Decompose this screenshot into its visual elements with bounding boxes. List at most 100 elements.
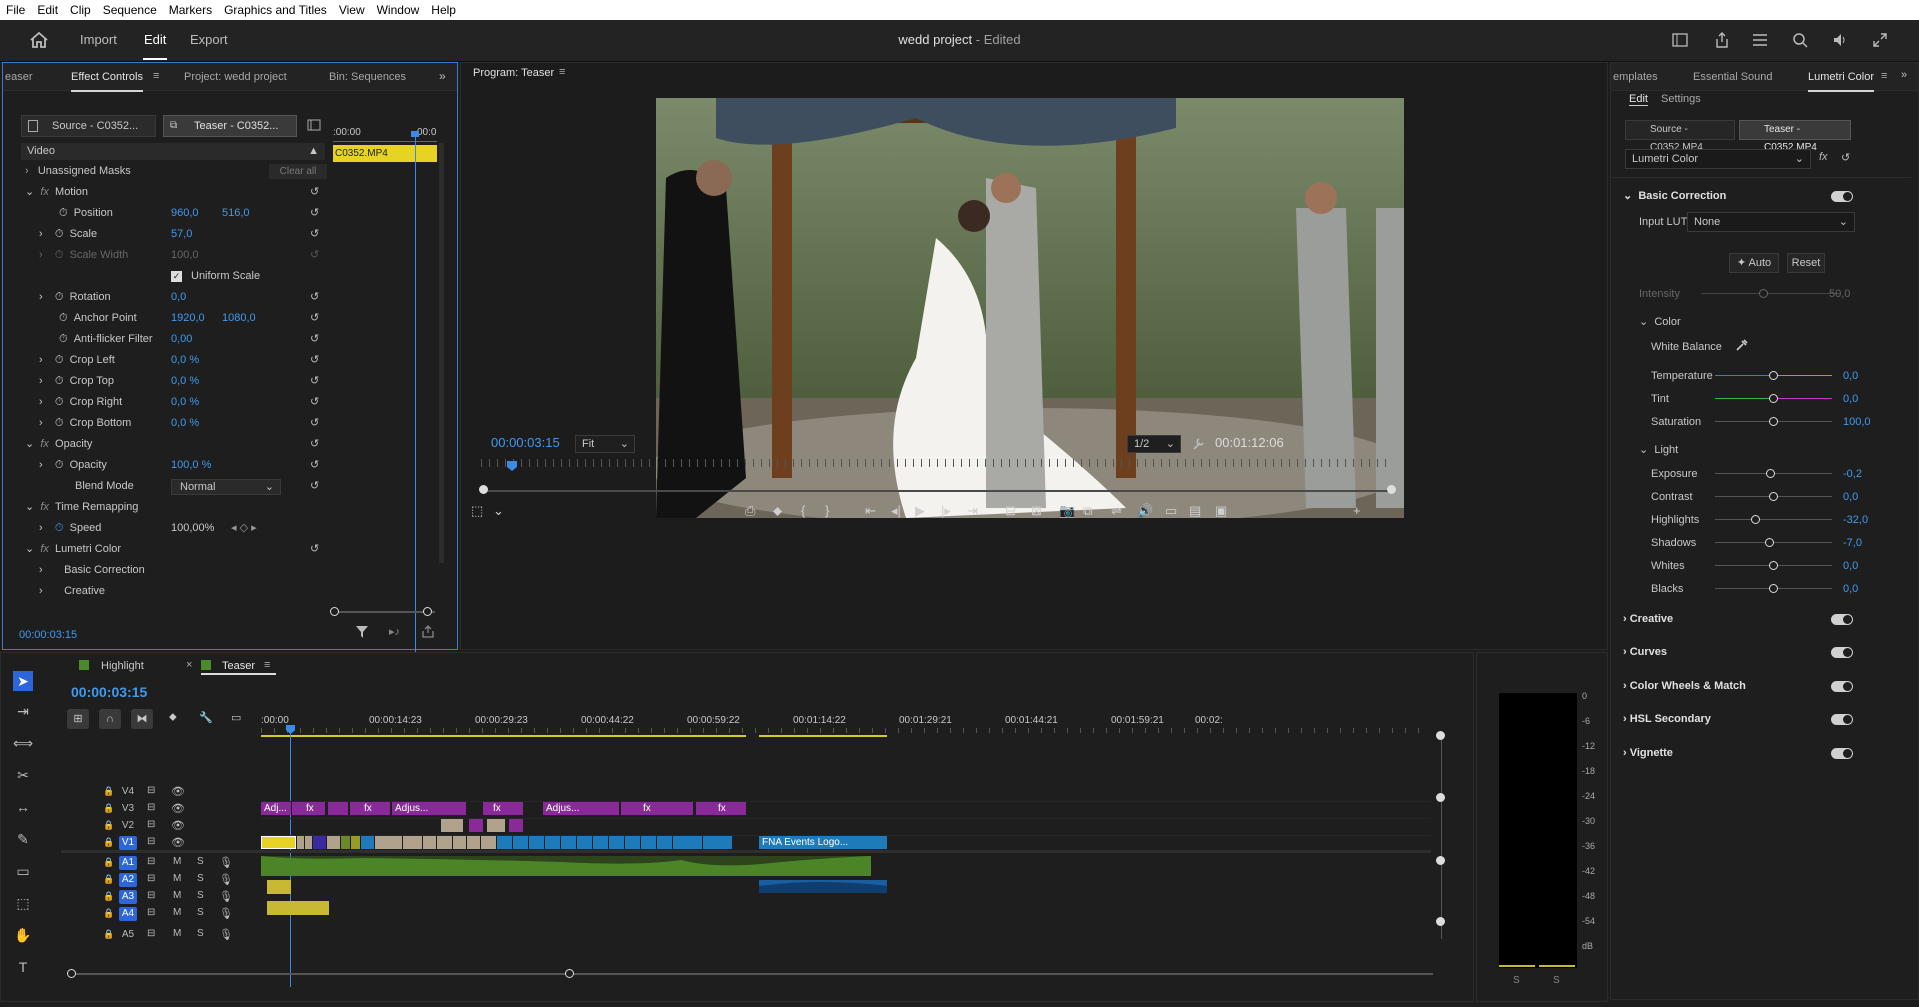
position-y-value[interactable]: 516,0 bbox=[222, 205, 250, 222]
v1-clip[interactable] bbox=[467, 836, 480, 849]
go-to-in-icon[interactable]: ⇤ bbox=[865, 503, 876, 519]
contrast-knob[interactable] bbox=[1769, 492, 1778, 501]
toggle-output-icon[interactable]: ⊟ bbox=[147, 785, 155, 796]
reset-icon[interactable]: ↺ bbox=[310, 416, 319, 429]
exposure-value[interactable]: -0,2 bbox=[1843, 468, 1862, 480]
program-playhead[interactable] bbox=[507, 461, 517, 471]
lock-icon[interactable]: 🔒 bbox=[103, 837, 114, 848]
motion-row[interactable]: ⌄ fx Motion bbox=[25, 184, 88, 201]
v1-clip[interactable] bbox=[313, 836, 326, 849]
track-label-a5[interactable]: A5 bbox=[119, 928, 137, 942]
shadows-knob[interactable] bbox=[1765, 538, 1774, 547]
captions-icon[interactable]: ▭ bbox=[231, 711, 241, 724]
step-forward-icon[interactable]: |▸ bbox=[941, 503, 951, 519]
reset-icon[interactable]: ↺ bbox=[310, 248, 319, 261]
reset-icon[interactable]: ↺ bbox=[310, 458, 319, 471]
reset-icon[interactable]: ↺ bbox=[310, 353, 319, 366]
reset-icon[interactable]: ↺ bbox=[310, 479, 319, 492]
v2-clip[interactable] bbox=[487, 819, 505, 832]
adjustment-clip[interactable]: Adj... bbox=[261, 802, 291, 815]
toggle-output-icon[interactable]: ⊟ bbox=[147, 873, 155, 884]
lift-icon[interactable]: ⊟ bbox=[1005, 503, 1016, 519]
keyframe-nav-icon[interactable]: ◂ ◇ ▸ bbox=[231, 520, 257, 537]
add-marker-icon[interactable]: ⬥ bbox=[169, 711, 177, 724]
eyedropper-icon[interactable] bbox=[1735, 338, 1749, 352]
tab-bin-sequences[interactable]: Bin: Sequences bbox=[329, 71, 406, 83]
clear-all-button[interactable]: Clear all bbox=[269, 164, 327, 179]
pen-tool-icon[interactable]: ✎ bbox=[13, 829, 33, 849]
lock-icon[interactable]: 🔒 bbox=[103, 820, 114, 831]
rotation-value[interactable]: 0,0 bbox=[171, 289, 186, 306]
v1-clip[interactable] bbox=[327, 836, 340, 849]
timeline-scroll-right[interactable] bbox=[565, 969, 574, 978]
menu-sequence[interactable]: Sequence bbox=[97, 0, 163, 20]
adjustment-clip[interactable]: Adjus... bbox=[392, 802, 466, 815]
v1-clip[interactable] bbox=[529, 836, 544, 849]
selection-tool-icon[interactable]: ➤ bbox=[13, 671, 33, 691]
track-vscroll-knob[interactable] bbox=[1436, 856, 1445, 865]
fullscreen-icon[interactable] bbox=[1872, 32, 1888, 48]
reset-effect-icon[interactable]: ↺ bbox=[1841, 151, 1850, 164]
tab-teaser-partial[interactable]: easer bbox=[5, 71, 33, 83]
reset-icon[interactable]: ↺ bbox=[310, 437, 319, 450]
toggle-output-icon[interactable]: ⊟ bbox=[147, 890, 155, 901]
crop-bottom-value[interactable]: 0,0 % bbox=[171, 415, 199, 432]
mute-m-icon[interactable]: M bbox=[173, 856, 181, 867]
adjustment-clip[interactable]: Adjus... bbox=[543, 802, 619, 815]
toggle-output-icon[interactable]: ⊟ bbox=[147, 819, 155, 830]
lock-icon[interactable]: 🔒 bbox=[103, 908, 114, 919]
hand-tool-icon[interactable]: ✋ bbox=[13, 925, 33, 945]
reset-icon[interactable]: ↺ bbox=[310, 395, 319, 408]
saturation-value[interactable]: 100,0 bbox=[1843, 416, 1871, 428]
go-to-out-icon[interactable]: ⇥ bbox=[967, 503, 978, 519]
reset-icon[interactable]: ↺ bbox=[310, 185, 319, 198]
opacity-value[interactable]: 100,0 % bbox=[171, 457, 211, 474]
linked-selection-icon[interactable]: ⧓ bbox=[131, 709, 153, 729]
toggle-output-icon[interactable]: ⊟ bbox=[147, 802, 155, 813]
step-back-icon[interactable]: ◂| bbox=[891, 503, 901, 519]
lock-icon[interactable]: 🔒 bbox=[103, 874, 114, 885]
reset-icon[interactable]: ↺ bbox=[310, 542, 319, 555]
speed-value[interactable]: 100,00% bbox=[171, 520, 214, 537]
mic-icon[interactable]: 🎙 bbox=[219, 907, 233, 920]
tabs-overflow-icon[interactable]: » bbox=[1901, 69, 1907, 81]
multicam-icon[interactable]: ▣ bbox=[1215, 503, 1227, 519]
program-scroll-left[interactable] bbox=[479, 485, 488, 494]
section-4-toggle[interactable] bbox=[1831, 748, 1853, 759]
ec-clip-bar[interactable]: C0352.MP4 bbox=[333, 145, 437, 162]
ripple-edit-tool-icon[interactable]: ⟺ bbox=[13, 733, 33, 753]
mic-icon[interactable]: 🎙 bbox=[219, 873, 233, 886]
whites-value[interactable]: 0,0 bbox=[1843, 560, 1858, 572]
share-icon[interactable] bbox=[1714, 32, 1730, 48]
input-lut-select[interactable]: None ⌄ bbox=[1687, 212, 1855, 232]
lumetri-menu-icon[interactable]: ≡ bbox=[1881, 70, 1887, 82]
v2-clip[interactable] bbox=[469, 819, 483, 832]
v1-clip[interactable] bbox=[261, 836, 296, 849]
v1-clip[interactable] bbox=[351, 836, 360, 849]
lock-icon[interactable]: 🔒 bbox=[103, 786, 114, 797]
tab-templates[interactable]: emplates bbox=[1613, 71, 1658, 83]
tab-teaser[interactable]: Teaser bbox=[222, 660, 255, 672]
fit-grid-icon[interactable]: ⬚ bbox=[471, 503, 483, 519]
exposure-knob[interactable] bbox=[1766, 469, 1775, 478]
menu-markers[interactable]: Markers bbox=[163, 0, 218, 20]
v1-clip[interactable] bbox=[403, 836, 422, 849]
track-vscroll-knob[interactable] bbox=[1436, 917, 1445, 926]
track-label-a2[interactable]: A2 bbox=[119, 873, 137, 887]
adjustment-clip[interactable]: fx bbox=[483, 802, 523, 815]
snap-icon[interactable]: ∩ bbox=[99, 709, 121, 729]
crop-left-value[interactable]: 0,0 % bbox=[171, 352, 199, 369]
menu-clip[interactable]: Clip bbox=[64, 0, 97, 20]
playback-audio-icon[interactable]: ▸♪ bbox=[389, 625, 400, 638]
reset-icon[interactable]: ↺ bbox=[310, 290, 319, 303]
lumetri-source-tab[interactable]: Source - C0352.MP4 bbox=[1625, 120, 1735, 153]
highlights-knob[interactable] bbox=[1751, 515, 1760, 524]
program-timecode[interactable]: 00:00:03:15 bbox=[491, 435, 560, 450]
fna-logo-clip[interactable]: FNA Events Logo... bbox=[759, 836, 887, 849]
track-vscroll[interactable] bbox=[1441, 739, 1442, 939]
zoom-select[interactable]: Fit ⌄ bbox=[575, 435, 635, 453]
opacity-group-row[interactable]: ⌄ fx Opacity bbox=[25, 436, 92, 453]
audio-waveforms[interactable] bbox=[261, 856, 891, 936]
play-icon[interactable]: ▶ bbox=[915, 503, 925, 519]
ruler-ticks[interactable] bbox=[261, 728, 1431, 733]
